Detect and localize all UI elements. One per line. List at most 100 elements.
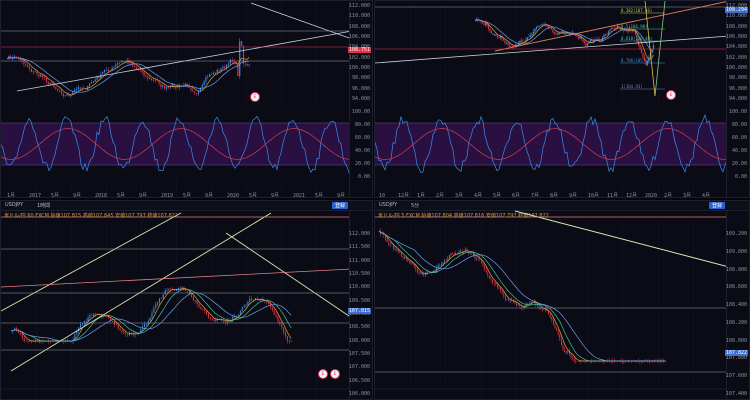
candle-body (207, 313, 209, 318)
fibonacci-label: 0.786(105.80) (621, 58, 652, 63)
candle-body (410, 262, 412, 263)
candle-body (158, 298, 161, 303)
candle-body (490, 31, 493, 34)
candle-body (141, 70, 143, 73)
time-axis-label: 3月 (455, 193, 463, 198)
candle-body (153, 307, 155, 313)
candle-body (195, 93, 198, 94)
time-axis-label: 5月 (51, 193, 59, 198)
candle-body (495, 34, 497, 36)
time-axis-label: 1月 (7, 193, 15, 198)
candle-body (574, 35, 577, 36)
price-axis[interactable]: 109.200 109.000 108.800 108.600 108.400 108.2… (726, 211, 749, 399)
candle-body (640, 49, 643, 53)
price-chart[interactable]: 0.382(107.46) 0.5(106.98) 0.618(106.48) 0.7… (375, 1, 729, 198)
trendline (514, 210, 729, 268)
price-axis-label: 110.000 (348, 13, 370, 20)
candle-body (281, 324, 283, 328)
chart-pane-bottom-left[interactable]: USDJPY 1時間 登録 米ドル/円 60 FXCM 始値107.815 高値… (0, 200, 373, 400)
price-axis[interactable]: 112.000110.000108.000106.000104.000102.0… (726, 1, 749, 197)
candle-body (408, 261, 410, 263)
candle-body (123, 331, 125, 334)
oscillator-axis-label: 20.00 (354, 161, 370, 167)
candle-body (504, 296, 506, 300)
candle-body (572, 357, 574, 358)
candle-body (420, 272, 422, 274)
chart-pane-top-left[interactable]: 1月 2017 5月 9月 2018 5月 9月 2019 5月 9月 2020 5月 9月 2021 5月… (0, 0, 373, 198)
candle-body (480, 259, 482, 264)
candle-body (448, 255, 450, 259)
candle-body (554, 324, 556, 328)
candle-body (440, 264, 442, 266)
price-axis-label: 110.000 (348, 284, 370, 291)
time-axis-label: 5月 (493, 193, 501, 198)
candle-body (585, 43, 587, 46)
candle-body (34, 71, 36, 73)
price-axis-label: 107.500 (348, 351, 370, 357)
candle-body (386, 238, 388, 242)
price-axis[interactable]: 112.000110.000108.000106.000104.000102.0… (349, 1, 372, 197)
candle-body (23, 61, 25, 64)
price-chart[interactable] (1, 201, 352, 400)
candle-body (252, 299, 255, 301)
candle-body (224, 321, 226, 323)
candle-body (119, 62, 121, 64)
price-axis-label: 94.000 (728, 96, 747, 102)
oscillator-axis-label: 0.00 (734, 174, 747, 180)
event-badge[interactable]: E (250, 92, 260, 102)
event-badge[interactable]: E (666, 90, 676, 100)
price-chart[interactable] (375, 201, 729, 400)
candle-body (489, 28, 491, 32)
candle-body (558, 32, 560, 35)
candle-body (218, 70, 220, 72)
price-axis-label: 98.000 (351, 75, 370, 82)
candle-body (10, 56, 12, 59)
price-axis-label: 96.000 (728, 85, 747, 92)
candle-body (552, 320, 554, 325)
candle-body (29, 341, 31, 342)
candle-body (290, 341, 292, 342)
price-axis-label: 104.000 (725, 44, 747, 51)
candle-body (135, 67, 138, 69)
candle-body (481, 21, 484, 24)
event-badge[interactable]: E (330, 369, 340, 379)
candle-body (482, 263, 484, 266)
event-badge[interactable]: E (318, 369, 328, 379)
candle-body (117, 63, 119, 65)
candle-body (540, 25, 542, 26)
candle-body (559, 334, 561, 340)
chart-pane-bottom-right[interactable]: USDJPY 5分 登録 米ドル/円 5 FXCM 始値107.804 高値10… (374, 200, 750, 400)
candle-body (268, 302, 270, 305)
candle-body (160, 83, 162, 88)
candle-body (210, 74, 213, 75)
moving-average-slow (378, 230, 666, 362)
candle-body (198, 304, 200, 307)
candle-body (222, 66, 224, 69)
time-axis-label: 2021 (293, 193, 305, 198)
channel-line (1, 212, 182, 312)
candle-body (550, 27, 553, 30)
candle-body (483, 23, 485, 25)
candle-body (493, 282, 495, 284)
price-axis[interactable]: 112.000 111.500 111.000 110.500 110.000 109.5… (349, 211, 372, 399)
candle-body (501, 290, 503, 294)
candle-body (286, 336, 288, 341)
candle-body (92, 81, 94, 83)
candle-body (504, 40, 506, 44)
price-axis-label: 106.500 (348, 377, 370, 384)
candle-body (80, 324, 82, 328)
price-chart[interactable]: 1月 2017 5月 9月 2018 5月 9月 2019 5月 9月 2020 5月 9月 2021 5月… (1, 1, 352, 198)
moving-average-fast (6, 57, 250, 96)
candle-body (503, 293, 505, 297)
chart-pane-top-right[interactable]: 0.382(107.46) 0.5(106.98) 0.618(106.48) 0.7… (374, 0, 750, 198)
candle-body (201, 85, 203, 88)
candle-body (40, 75, 42, 77)
candle-body (537, 25, 539, 28)
candle-body (283, 327, 285, 333)
candle-body (397, 249, 399, 252)
candle-body (434, 270, 436, 272)
candle-body (556, 33, 559, 35)
candle-body (187, 290, 189, 292)
candle-body (471, 252, 473, 254)
candle-body (241, 41, 243, 46)
